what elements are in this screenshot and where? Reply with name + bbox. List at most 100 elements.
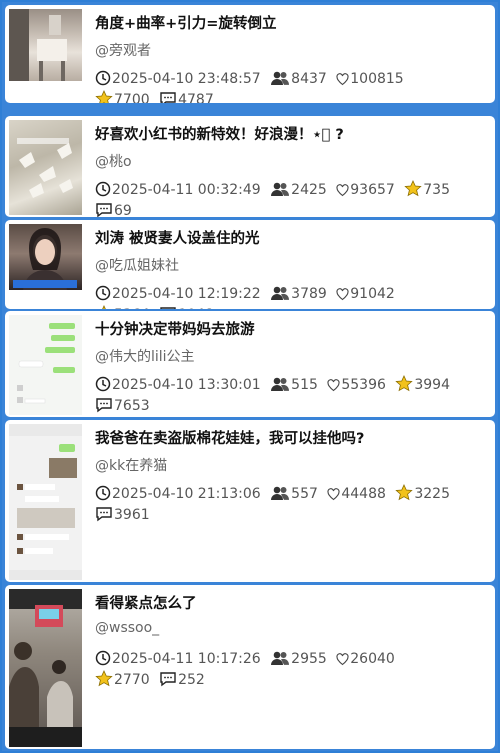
post-meta: 2025-04-10 23:48:57 8437 100815 7700 478… — [95, 69, 465, 103]
star-icon — [95, 90, 113, 103]
users-icon — [271, 286, 290, 300]
like-count: 91042 — [350, 286, 395, 302]
comment-icon — [160, 92, 176, 103]
comment-icon — [160, 672, 176, 687]
post-meta: 2025-04-10 12:19:22 3789 91042 5364 1048 — [95, 284, 465, 309]
users-icon — [271, 377, 290, 391]
comments-group: 4787 — [159, 92, 214, 103]
post-author[interactable]: @桃o — [95, 151, 132, 171]
comment-icon — [96, 203, 112, 217]
post-thumbnail[interactable] — [9, 589, 82, 747]
comment-count: 4787 — [178, 92, 214, 103]
users-icon — [271, 651, 290, 665]
star-count: 7700 — [114, 92, 150, 103]
chat-screenshot-art — [9, 424, 82, 580]
comment-count: 252 — [178, 672, 205, 688]
star-icon — [395, 484, 414, 501]
comments-group: 252 — [159, 672, 205, 688]
star-icon — [395, 375, 414, 392]
post-title[interactable]: 刘涛 被贤妻人设盖住的光 — [95, 227, 260, 248]
post-thumbnail[interactable] — [9, 120, 82, 215]
time-group: 2025-04-11 00:32:49 — [95, 181, 265, 198]
like-count: 93657 — [350, 182, 395, 198]
post-author[interactable]: @吃瓜姐妹社 — [95, 255, 179, 275]
comments-group: 1048 — [159, 307, 214, 309]
post-time: 2025-04-10 12:19:22 — [112, 286, 261, 302]
post-title[interactable]: 看得紧点怎么了 — [95, 592, 197, 613]
post-card[interactable]: 看得紧点怎么了 @wssoo_ 2025-04-11 10:17:26 2955… — [5, 585, 495, 749]
post-author[interactable]: @旁观者 — [95, 40, 151, 60]
users-icon — [271, 486, 290, 500]
post-author[interactable]: @伟大的lili公主 — [95, 346, 195, 366]
post-title[interactable]: 角度+曲率+引力=旋转倒立 — [95, 12, 276, 33]
post-card[interactable]: 刘涛 被贤妻人设盖住的光 @吃瓜姐妹社 2025-04-10 12:19:22 … — [5, 220, 495, 309]
comment-count: 69 — [114, 203, 132, 217]
stars-group: 3994 — [395, 375, 450, 393]
clock-icon — [95, 70, 111, 86]
chat-screenshot-art — [17, 323, 75, 404]
follower-count: 8437 — [291, 71, 327, 87]
post-time: 2025-04-10 13:30:01 — [112, 377, 261, 393]
followers-group: 515 — [270, 377, 322, 393]
comment-icon — [160, 307, 176, 309]
star-count: 5364 — [114, 307, 150, 309]
post-thumbnail[interactable] — [9, 9, 82, 81]
post-card[interactable]: 十分钟决定带妈妈去旅游 @伟大的lili公主 2025-04-10 13:30:… — [5, 311, 495, 417]
post-card[interactable]: 我爸爸在卖盗版棉花娃娃，我可以挂他吗? @kk在养猫 2025-04-10 21… — [5, 420, 495, 582]
star-count: 3994 — [414, 377, 450, 393]
photo-thumbnail-art — [9, 9, 67, 81]
heart-icon — [336, 73, 349, 86]
like-count: 55396 — [341, 377, 386, 393]
heart-icon — [327, 488, 340, 501]
likes-group: 93657 — [336, 182, 399, 198]
comment-icon — [96, 398, 112, 413]
time-group: 2025-04-10 12:19:22 — [95, 285, 265, 302]
post-time: 2025-04-11 10:17:26 — [112, 651, 261, 667]
clock-icon — [95, 376, 111, 392]
likes-group: 55396 — [327, 377, 390, 393]
post-title[interactable]: 我爸爸在卖盗版棉花娃娃，我可以挂他吗? — [95, 427, 364, 448]
follower-count: 3789 — [291, 286, 327, 302]
post-thumbnail[interactable] — [9, 315, 82, 415]
comment-count: 3961 — [114, 507, 150, 523]
clock-icon — [95, 650, 111, 666]
stars-group: 735 — [404, 180, 450, 198]
photo-thumbnail-art — [9, 589, 82, 747]
clock-icon — [95, 485, 111, 501]
heart-icon — [336, 184, 349, 197]
stars-group: 5364 — [95, 305, 154, 309]
photo-thumbnail-art — [13, 228, 77, 290]
star-icon — [404, 180, 422, 197]
post-card[interactable]: 角度+曲率+引力=旋转倒立 @旁观者 2025-04-10 23:48:57 8… — [5, 5, 495, 103]
photo-thumbnail-art — [17, 138, 73, 198]
post-thumbnail[interactable] — [9, 224, 82, 290]
comment-count: 7653 — [114, 398, 150, 414]
clock-icon — [95, 181, 111, 197]
time-group: 2025-04-10 13:30:01 — [95, 376, 265, 393]
follower-count: 557 — [291, 486, 318, 502]
follower-count: 2425 — [291, 182, 327, 198]
post-author[interactable]: @kk在养猫 — [95, 455, 167, 475]
star-icon — [95, 670, 113, 687]
post-title[interactable]: 好喜欢小红书的新特效！好浪漫！⋆͛ ? — [95, 123, 344, 144]
comment-icon — [96, 507, 112, 522]
likes-group: 100815 — [336, 71, 404, 87]
heart-icon — [336, 288, 349, 301]
post-title[interactable]: 十分钟决定带妈妈去旅游 — [95, 318, 255, 339]
star-count: 735 — [423, 182, 450, 198]
stars-group: 2770 — [95, 670, 154, 688]
feed-frame: 角度+曲率+引力=旋转倒立 @旁观者 2025-04-10 23:48:57 8… — [0, 0, 500, 753]
likes-group: 26040 — [336, 651, 395, 667]
time-group: 2025-04-11 10:17:26 — [95, 650, 265, 667]
post-author[interactable]: @wssoo_ — [95, 620, 159, 636]
post-meta: 2025-04-11 00:32:49 2425 93657 735 69 — [95, 180, 465, 217]
stars-group: 3225 — [395, 484, 450, 502]
post-time: 2025-04-10 21:13:06 — [112, 486, 261, 502]
post-thumbnail[interactable] — [9, 424, 82, 580]
clock-icon — [95, 285, 111, 301]
comments-group: 69 — [95, 203, 132, 217]
post-card[interactable]: 好喜欢小红书的新特效！好浪漫！⋆͛ ? @桃o 2025-04-11 00:32… — [5, 116, 495, 217]
heart-icon — [327, 379, 340, 392]
post-meta: 2025-04-11 10:17:26 2955 26040 2770 252 — [95, 649, 465, 691]
likes-group: 44488 — [327, 486, 390, 502]
